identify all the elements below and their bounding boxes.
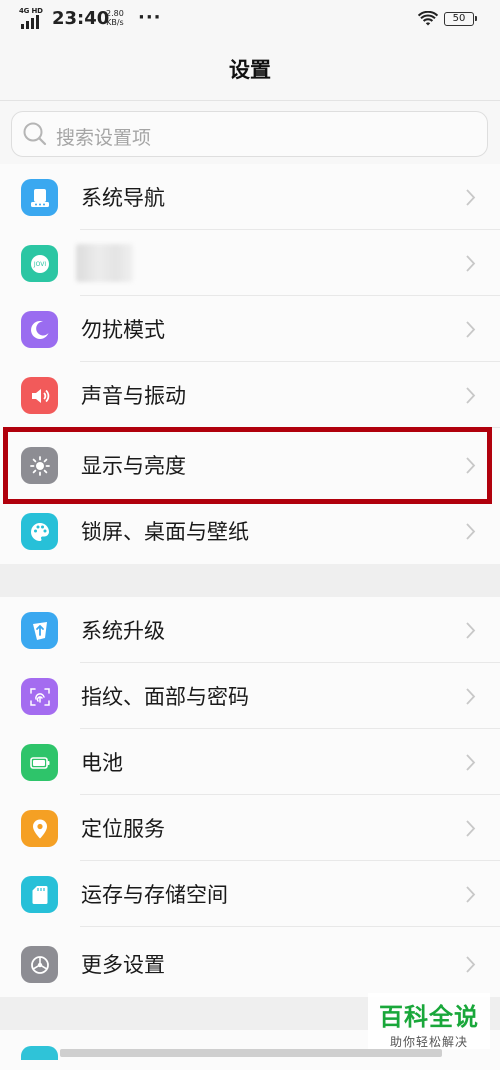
- jovi-icon: JOVI: [21, 245, 58, 282]
- section-gap: [0, 564, 500, 597]
- settings-item-do-not-disturb[interactable]: 勿扰模式: [0, 296, 500, 362]
- network-speed: 2.80 KB/s: [106, 9, 124, 27]
- chevron-right-icon: [466, 622, 476, 639]
- watermark-slogan: 助你轻松解决: [389, 1035, 468, 1049]
- chevron-right-icon: [466, 387, 476, 404]
- chevron-right-icon: [466, 523, 476, 540]
- more-notifications-icon: ···: [138, 7, 162, 28]
- location-icon: [21, 810, 58, 847]
- settings-item-system-upgrade[interactable]: 系统升级: [0, 597, 500, 663]
- clock: 23:40: [52, 8, 110, 29]
- partial-row-label: [60, 1049, 442, 1057]
- settings-item-battery[interactable]: 电池: [0, 729, 500, 795]
- chevron-right-icon: [466, 886, 476, 903]
- settings-item-label: 系统升级: [81, 619, 165, 643]
- settings-item-location-services[interactable]: 定位服务: [0, 795, 500, 861]
- settings-item-label: 运存与存储空间: [81, 883, 228, 907]
- wifi-icon: [418, 11, 438, 26]
- settings-item-label: 系统导航: [81, 186, 165, 210]
- chevron-right-icon: [466, 321, 476, 338]
- watermark: 百科全说 助你轻松解决: [368, 993, 490, 1049]
- watermark-brand: 百科全说: [379, 1003, 479, 1031]
- settings-group-1: 系统导航 JOVI 勿扰模式 声音与振动 显示与亮度 锁屏、桌面与壁纸: [0, 164, 500, 564]
- chevron-right-icon: [466, 820, 476, 837]
- settings-item-system-navigation[interactable]: 系统导航: [0, 164, 500, 230]
- settings-item-label: 更多设置: [81, 953, 165, 977]
- status-bar: 4G HD 23:40 2.80 KB/s ··· 50: [0, 0, 500, 40]
- settings-item-more-settings[interactable]: 更多设置: [0, 931, 500, 997]
- row-divider: [80, 926, 500, 927]
- partial-app-icon: [21, 1046, 58, 1060]
- chevron-right-icon: [466, 688, 476, 705]
- settings-item-jovi[interactable]: JOVI: [0, 230, 500, 296]
- battery-indicator: 50: [444, 12, 477, 26]
- chevron-right-icon: [466, 754, 476, 771]
- header-divider: [0, 100, 500, 101]
- settings-item-sound-vibration[interactable]: 声音与振动: [0, 362, 500, 428]
- settings-item-label: 电池: [81, 751, 123, 775]
- settings-item-lockscreen-wallpaper[interactable]: 锁屏、桌面与壁纸: [0, 498, 500, 564]
- navigation-icon: [21, 179, 58, 216]
- settings-group-2: 系统升级 指纹、面部与密码 电池 定位服务 运存与存储空间 更多设置: [0, 597, 500, 997]
- search-input[interactable]: 搜索设置项: [11, 111, 488, 157]
- battery-icon: [21, 744, 58, 781]
- blurred-label: [76, 244, 133, 282]
- svg-text:JOVI: JOVI: [32, 261, 45, 268]
- chevron-right-icon: [466, 956, 476, 973]
- upgrade-icon: [21, 612, 58, 649]
- settings-item-label: 定位服务: [81, 817, 165, 841]
- moon-icon: [21, 311, 58, 348]
- settings-item-label: 指纹、面部与密码: [81, 685, 249, 709]
- settings-item-label: 声音与振动: [81, 384, 186, 408]
- settings-item-memory-storage[interactable]: 运存与存储空间: [0, 861, 500, 927]
- palette-icon: [21, 513, 58, 550]
- settings-item-label: 锁屏、桌面与壁纸: [81, 520, 249, 544]
- chevron-right-icon: [466, 189, 476, 206]
- search-placeholder: 搜索设置项: [56, 127, 152, 149]
- page-title: 设置: [229, 58, 271, 82]
- chevron-right-icon: [466, 255, 476, 272]
- speaker-icon: [21, 377, 58, 414]
- fingerprint-icon: [21, 678, 58, 715]
- gear-icon: [21, 946, 58, 983]
- signal-icon: [21, 15, 39, 29]
- highlight-box: [3, 427, 492, 504]
- sd-card-icon: [21, 876, 58, 913]
- settings-item-label: 勿扰模式: [81, 318, 165, 342]
- search-icon: [23, 122, 47, 146]
- settings-item-fingerprint-face-password[interactable]: 指纹、面部与密码: [0, 663, 500, 729]
